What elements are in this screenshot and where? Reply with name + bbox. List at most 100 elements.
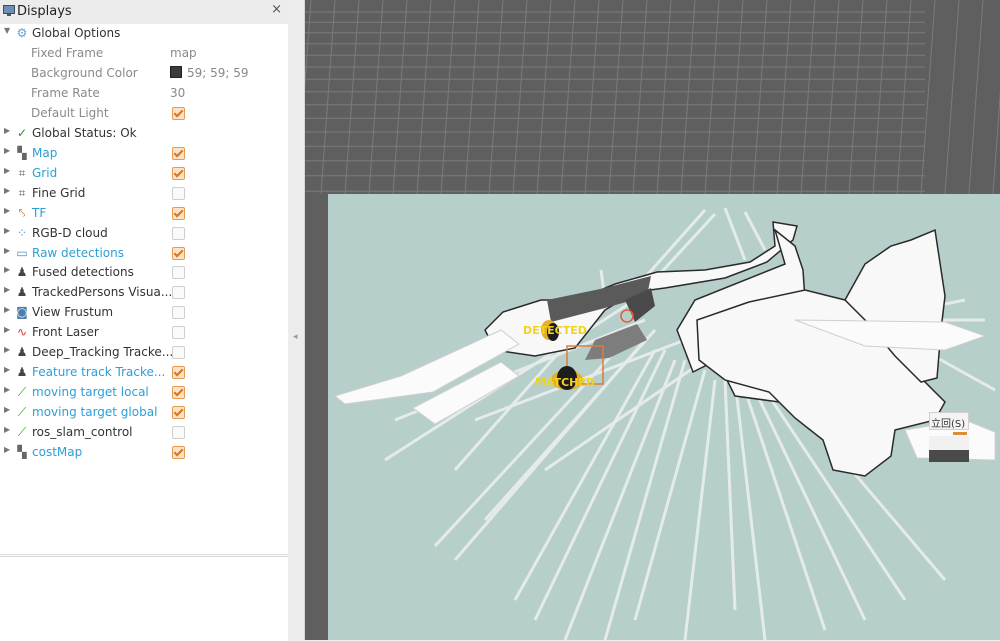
display-enable-checkbox[interactable] — [172, 326, 185, 340]
display-label: Front Laser — [32, 325, 99, 340]
expand-arrow-icon[interactable]: ▶ — [4, 425, 10, 434]
expand-arrow-icon[interactable]: ▶ — [4, 166, 10, 175]
background-color-row[interactable]: Background Color 59; 59; 59 — [0, 64, 288, 84]
display-enable-checkbox[interactable] — [172, 365, 185, 379]
display-row[interactable]: ▶ ♟ Feature track Tracke... — [0, 363, 288, 383]
display-row[interactable]: ▶ ◙ View Frustum — [0, 303, 288, 323]
expand-arrow-icon[interactable]: ▶ — [4, 285, 10, 294]
display-enable-checkbox[interactable] — [172, 346, 185, 359]
display-enable-checkbox[interactable] — [172, 425, 185, 439]
display-enable-checkbox[interactable] — [172, 206, 185, 220]
matched-label: MATCHED — [535, 376, 596, 389]
display-row[interactable]: ▶ ⤣ TF — [0, 204, 288, 224]
display-row[interactable]: ▶ ⟋ moving target local — [0, 383, 288, 403]
grid-icon: ⌗ — [18, 165, 26, 180]
person-icon: ♟ — [16, 364, 28, 379]
display-row[interactable]: ▶ ⌗ Grid — [0, 164, 288, 184]
render-viewport[interactable]: DETECTED MATCHED 立回(S) — [305, 0, 1000, 640]
default-light-checkbox[interactable] — [172, 107, 185, 120]
expand-arrow-icon[interactable]: ▶ — [4, 226, 10, 235]
property-label: Fixed Frame — [31, 46, 104, 60]
display-row[interactable]: ▶ ♟ Fused detections — [0, 263, 288, 283]
camera-icon: ◙ — [16, 305, 28, 320]
display-row[interactable]: ▶ ⟋ ros_slam_control — [0, 423, 288, 443]
frame-rate-value[interactable]: 30 — [170, 86, 185, 100]
widget-footer — [929, 450, 969, 462]
window-icon: ▭ — [16, 245, 28, 260]
grid-icon: ⌗ — [18, 185, 26, 200]
display-enable-checkbox[interactable] — [172, 306, 185, 320]
expand-arrow-icon[interactable]: ▶ — [4, 325, 10, 334]
display-enable-checkbox[interactable] — [172, 166, 185, 180]
display-row[interactable]: ▶ ⁘ RGB-D cloud — [0, 224, 288, 244]
color-swatch — [170, 66, 182, 78]
display-enable-checkbox[interactable] — [172, 385, 185, 399]
checkmark-icon: ✓ — [16, 126, 28, 140]
display-row[interactable]: ▶ ⌗ Fine Grid — [0, 184, 288, 204]
widget-body — [929, 436, 969, 450]
close-icon[interactable]: × — [271, 2, 282, 17]
person-icon: ♟ — [16, 265, 28, 280]
widget-accent-bar — [953, 432, 967, 435]
tf-icon: ⤣ — [18, 205, 26, 220]
path-icon: ⟋ — [17, 404, 27, 419]
property-label: Frame Rate — [31, 86, 100, 100]
display-enable-checkbox[interactable] — [172, 286, 185, 300]
display-row[interactable]: ▶ ♟ Deep_Tracking Tracke... — [0, 343, 288, 363]
description-area — [0, 556, 288, 641]
display-enable-checkbox[interactable] — [172, 186, 185, 200]
global-options-row[interactable]: ▼ ⚙ Global Options — [0, 24, 288, 44]
property-label: Background Color — [31, 66, 138, 80]
fixed-frame-value[interactable]: map — [170, 46, 197, 60]
expand-arrow-icon[interactable]: ▶ — [4, 186, 10, 195]
expand-arrow-icon[interactable]: ▶ — [4, 345, 10, 354]
global-status-label: Global Status: Ok — [32, 126, 137, 140]
expand-arrow-icon[interactable]: ▶ — [4, 246, 10, 255]
display-enable-checkbox[interactable] — [172, 405, 185, 419]
display-label: Fine Grid — [32, 185, 86, 200]
display-row[interactable]: ▶ ▚ Map — [0, 144, 288, 164]
scene-canvas[interactable] — [305, 0, 1000, 640]
display-label: TF — [32, 205, 47, 220]
frame-rate-row[interactable]: Frame Rate 30 — [0, 84, 288, 104]
display-row[interactable]: ▶ ▭ Raw detections — [0, 244, 288, 264]
displays-panel: Displays × ▼ ⚙ Global Options Fixed Fram… — [0, 0, 289, 641]
expand-arrow-icon[interactable]: ▶ — [4, 265, 10, 274]
display-enable-checkbox[interactable] — [172, 147, 185, 160]
global-status-row[interactable]: ▶ ✓ Global Status: Ok — [0, 124, 288, 144]
detected-label: DETECTED — [523, 324, 587, 337]
expand-arrow-icon[interactable]: ▶ — [4, 405, 10, 414]
display-label: Raw detections — [32, 245, 124, 260]
display-row[interactable]: ▶ ⟋ moving target global — [0, 403, 288, 423]
display-enable-checkbox[interactable] — [172, 445, 185, 459]
display-row[interactable]: ▶ ♟ TrackedPersons Visua... — [0, 283, 288, 303]
expand-arrow-icon[interactable]: ▶ — [4, 206, 10, 215]
panel-title: Displays — [17, 4, 72, 19]
display-label: TrackedPersons Visua... — [32, 285, 173, 300]
person-icon: ♟ — [16, 345, 28, 359]
map-icon: ▚ — [17, 146, 27, 160]
expand-arrow-icon[interactable]: ▶ — [4, 445, 10, 454]
fixed-frame-row[interactable]: Fixed Frame map — [0, 44, 288, 64]
expand-arrow-icon[interactable]: ▶ — [4, 365, 10, 374]
display-enable-checkbox[interactable] — [172, 246, 185, 260]
display-row[interactable]: ▶ ▚ costMap — [0, 443, 288, 463]
widget-header: 立回(S) — [929, 412, 969, 430]
expand-arrow-icon[interactable]: ▶ — [4, 305, 10, 314]
display-enable-checkbox[interactable] — [172, 266, 185, 280]
gear-icon: ⚙ — [16, 26, 28, 40]
display-tree: ▼ ⚙ Global Options Fixed Frame map Backg… — [0, 24, 288, 555]
floating-widget[interactable]: 立回(S) — [929, 412, 969, 462]
expand-arrow-icon[interactable]: ▶ — [4, 385, 10, 394]
background-color-value[interactable]: 59; 59; 59 — [170, 66, 249, 80]
display-enable-checkbox[interactable] — [172, 226, 185, 240]
expand-arrow-icon[interactable]: ▶ — [4, 126, 10, 135]
path-icon: ⟋ — [17, 424, 27, 439]
default-light-row[interactable]: Default Light — [0, 104, 288, 124]
widget-label: 立回(S) — [931, 419, 966, 430]
expand-arrow-icon[interactable]: ▶ — [4, 146, 10, 155]
display-row[interactable]: ▶ ∿ Front Laser — [0, 323, 288, 343]
panel-splitter[interactable]: ◂ — [288, 0, 305, 640]
expand-arrow-icon[interactable]: ▼ — [4, 26, 10, 35]
property-label: Default Light — [31, 106, 109, 120]
